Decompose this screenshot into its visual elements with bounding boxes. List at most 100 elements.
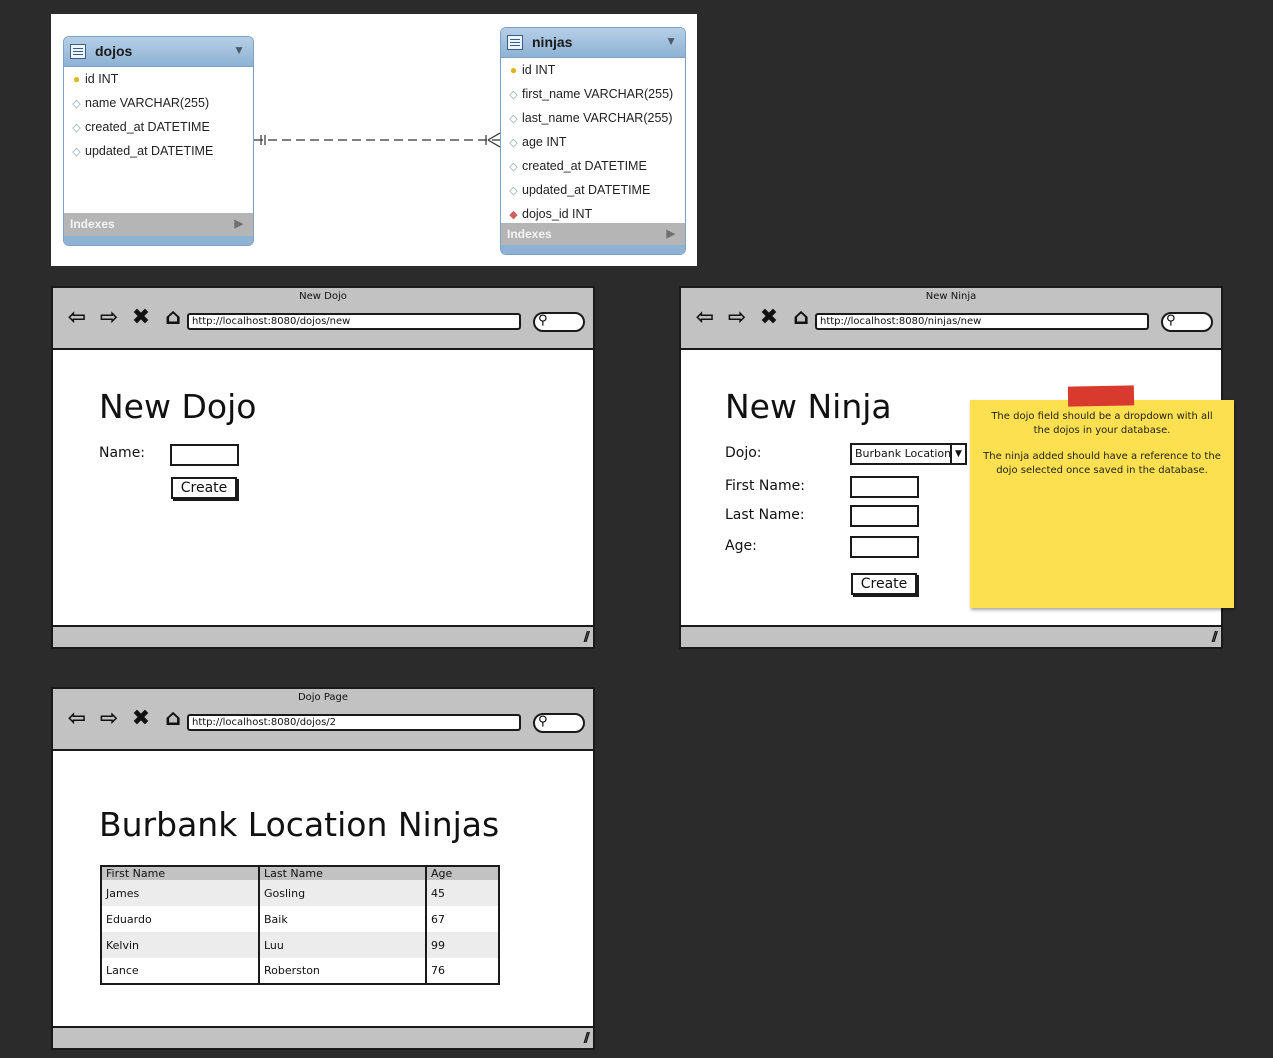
ninjas-table: First Name Last Name Age James Gosling 4… <box>100 865 500 985</box>
back-arrow-icon[interactable]: ⇦ <box>63 707 91 731</box>
table-cell: 99 <box>426 932 499 958</box>
close-icon[interactable]: ✖ <box>755 306 783 330</box>
table-cell: 67 <box>426 906 499 932</box>
back-arrow-icon[interactable]: ⇦ <box>63 306 91 330</box>
resize-grip-icon[interactable]: // <box>1212 630 1218 645</box>
er-column: ● id INT <box>501 58 685 82</box>
forward-arrow-icon[interactable]: ⇨ <box>95 306 123 330</box>
column-icon: ◇ <box>72 98 81 110</box>
window-title: New Ninja <box>925 291 977 302</box>
sticky-note: The dojo field should be a dropdown with… <box>970 385 1234 608</box>
er-table-name: ninjas <box>532 34 573 50</box>
resize-grip-icon[interactable]: // <box>584 630 590 645</box>
browser-toolbar: New Dojo ⇦ ⇨ ✖ ⌂ http://localhost:8080/d… <box>53 288 593 350</box>
er-indexes-section[interactable]: Indexes ▶ <box>501 223 685 247</box>
first-name-input[interactable] <box>850 476 919 498</box>
chevron-right-icon[interactable]: ▶ <box>667 223 675 245</box>
sticky-note-text-2: The ninja added should have a reference … <box>983 451 1221 476</box>
status-bar: // <box>53 1026 593 1048</box>
column-icon: ◇ <box>509 185 518 197</box>
er-table-ninjas[interactable]: ninjas ▼ ● id INT ◇ first_name VARCHAR(255… <box>500 27 686 255</box>
window-title: Dojo Page <box>297 692 349 703</box>
page-title: New Dojo <box>99 387 257 426</box>
chevron-down-icon[interactable]: ▼ <box>950 445 965 463</box>
table-icon <box>70 44 86 59</box>
resize-grip-icon[interactable]: // <box>584 1031 590 1046</box>
name-input[interactable] <box>170 444 239 466</box>
chevron-down-icon[interactable]: ▼ <box>665 34 677 48</box>
table-cell: James <box>101 880 260 906</box>
search-field[interactable]: ⚲ <box>533 312 585 332</box>
forward-arrow-icon[interactable]: ⇨ <box>723 306 751 330</box>
er-column: ◇ created_at DATETIME <box>501 154 685 178</box>
create-button[interactable]: Create <box>171 477 237 499</box>
er-table-dojos[interactable]: dojos ▼ ● id INT ◇ name VARCHAR(255) ◇ crea… <box>63 36 254 246</box>
er-column: ◇ updated_at DATETIME <box>501 178 685 202</box>
dojo-page-window: Dojo Page ⇦ ⇨ ✖ ⌂ http://localhost:8080/… <box>51 687 595 1050</box>
browser-toolbar: New Ninja ⇦ ⇨ ✖ ⌂ http://localhost:8080/… <box>681 288 1221 350</box>
search-field[interactable]: ⚲ <box>1161 312 1213 332</box>
nav-buttons: ⇦ ⇨ ✖ ⌂ <box>63 305 187 331</box>
er-table-name: dojos <box>95 43 133 59</box>
chevron-right-icon[interactable]: ▶ <box>235 213 243 235</box>
home-icon[interactable]: ⌂ <box>159 306 187 330</box>
relationship-line <box>254 132 500 148</box>
url-bar[interactable]: http://localhost:8080/ninjas/new <box>815 313 1149 330</box>
column-header[interactable]: Last Name <box>259 866 427 880</box>
er-column: ◇ created_at DATETIME <box>64 115 253 139</box>
nav-buttons: ⇦ ⇨ ✖ ⌂ <box>63 706 187 732</box>
window-title: New Dojo <box>299 291 347 302</box>
last-name-input[interactable] <box>850 505 919 527</box>
age-label: Age: <box>725 538 757 554</box>
table-cell: Kelvin <box>101 932 260 958</box>
column-icon: ◇ <box>509 89 518 101</box>
table-row[interactable]: James Gosling 45 <box>101 880 499 906</box>
table-row[interactable]: Eduardo Baik 67 <box>101 906 499 932</box>
er-column: ◇ age INT <box>501 130 685 154</box>
url-bar[interactable]: http://localhost:8080/dojos/2 <box>187 714 521 731</box>
forward-arrow-icon[interactable]: ⇨ <box>95 707 123 731</box>
table-cell: Luu <box>259 932 427 958</box>
home-icon[interactable]: ⌂ <box>159 707 187 731</box>
er-diagram: dojos ▼ ● id INT ◇ name VARCHAR(255) ◇ crea… <box>51 14 697 266</box>
first-name-label: First Name: <box>725 478 805 494</box>
er-indexes-section[interactable]: Indexes ▶ <box>64 213 253 237</box>
sticky-tape <box>1067 385 1135 407</box>
er-column: ◇ updated_at DATETIME <box>64 139 253 163</box>
indexes-label: Indexes <box>507 227 552 241</box>
create-button[interactable]: Create <box>851 573 917 595</box>
status-bar: // <box>681 625 1221 647</box>
column-icon: ◇ <box>72 122 81 134</box>
er-column: ◇ last_name VARCHAR(255) <box>501 106 685 130</box>
table-row[interactable]: Kelvin Luu 99 <box>101 932 499 958</box>
dojo-select[interactable]: Burbank Location ▼ <box>850 443 967 465</box>
search-field[interactable]: ⚲ <box>533 713 585 733</box>
back-arrow-icon[interactable]: ⇦ <box>691 306 719 330</box>
table-cell: 76 <box>426 958 499 984</box>
table-row[interactable]: Lance Roberston 76 <box>101 958 499 984</box>
search-icon: ⚲ <box>538 714 548 729</box>
er-column: ◇ first_name VARCHAR(255) <box>501 82 685 106</box>
primary-key-icon: ● <box>509 63 518 77</box>
table-cell: 45 <box>426 880 499 906</box>
dojo-label: Dojo: <box>725 445 762 461</box>
indexes-label: Indexes <box>70 217 115 231</box>
chevron-down-icon[interactable]: ▼ <box>233 43 245 57</box>
search-icon: ⚲ <box>538 313 548 328</box>
url-bar[interactable]: http://localhost:8080/dojos/new <box>187 313 521 330</box>
close-icon[interactable]: ✖ <box>127 306 155 330</box>
close-icon[interactable]: ✖ <box>127 707 155 731</box>
er-column: ◇ name VARCHAR(255) <box>64 91 253 115</box>
last-name-label: Last Name: <box>725 507 805 523</box>
dojo-select-value: Burbank Location <box>855 447 952 460</box>
er-table-header[interactable]: ninjas ▼ <box>501 28 685 58</box>
nav-buttons: ⇦ ⇨ ✖ ⌂ <box>691 305 815 331</box>
column-header[interactable]: First Name <box>101 866 260 880</box>
home-icon[interactable]: ⌂ <box>787 306 815 330</box>
column-header[interactable]: Age <box>426 866 499 880</box>
page-title: Burbank Location Ninjas <box>99 805 500 844</box>
page-title: New Ninja <box>725 387 892 426</box>
er-table-header[interactable]: dojos ▼ <box>64 37 253 67</box>
age-input[interactable] <box>850 536 919 558</box>
table-header-row: First Name Last Name Age <box>101 866 499 880</box>
